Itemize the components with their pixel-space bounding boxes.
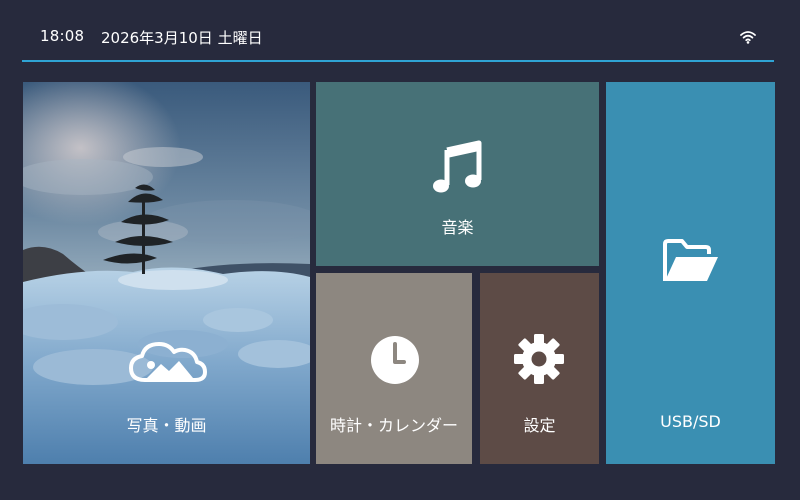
tile-clock-calendar[interactable]: 時計・カレンダー: [316, 273, 472, 464]
tile-label-usb: USB/SD: [660, 412, 721, 431]
tile-label-photos: 写真・動画: [126, 416, 207, 435]
folder-open-icon: [663, 239, 718, 281]
tile-label-music: 音楽: [441, 218, 474, 237]
cloud-image-icon: [129, 342, 207, 382]
tile-usb-sd[interactable]: USB/SD: [606, 82, 775, 464]
status-date: 2026年3月10日 土曜日: [101, 29, 263, 47]
tile-music[interactable]: 音楽: [316, 82, 599, 266]
tile-label-settings: 設定: [523, 416, 556, 435]
clock-icon: [371, 336, 419, 384]
status-divider: [22, 60, 774, 62]
status-time: 18:08: [40, 27, 85, 45]
winter-landscape-background: [23, 82, 310, 464]
tile-label-clock: 時計・カレンダー: [329, 416, 458, 435]
music-note-icon: [433, 140, 482, 193]
tile-photos-videos[interactable]: 写真・動画: [23, 82, 310, 464]
status-bar: 18:08 2026年3月10日 土曜日: [0, 0, 800, 60]
tile-settings[interactable]: 設定: [480, 273, 599, 464]
wifi-icon: [740, 31, 756, 44]
gear-icon: [514, 334, 564, 384]
